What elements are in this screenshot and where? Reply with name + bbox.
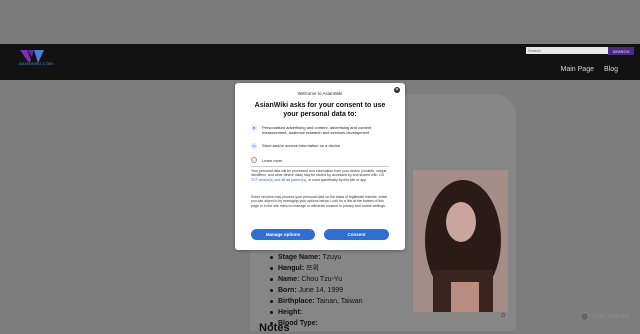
divider [251,166,389,167]
profile-photo [413,170,508,312]
search-input[interactable] [526,47,608,54]
logo-text: ASIANWIKI.COM [19,61,53,66]
field-value: June 14, 1999 [298,287,343,294]
search-button[interactable]: SEARCH [608,47,634,55]
shield-icon [580,312,589,321]
list-item: Born: June 14, 1999 [270,285,363,296]
notes-heading: Notes [259,322,290,334]
asianwiki-logo[interactable] [18,48,46,70]
consent-button[interactable]: Consent [324,229,389,240]
learn-more-toggle[interactable]: ⌄ Learn more [251,157,282,163]
consent-paragraph-2: Some vendors may process your personal d… [251,195,388,208]
purpose-text: Personalised advertising and content, ad… [262,125,372,135]
top-strip [0,0,640,44]
site-header: ASIANWIKI.COM SEARCH Main Page Blog [0,44,640,80]
paragraph-text: Your personal data will be processed and… [251,169,387,178]
nav-main-page[interactable]: Main Page [561,66,594,73]
device-icon: ▭ [251,143,257,149]
field-value: 쯔위 [306,265,319,272]
dialog-welcome: Welcome to AsianWiki [297,91,343,96]
field-label: Birthplace: [278,298,315,305]
field-label: Stage Name: [278,254,321,261]
dialog-title: AsianWiki asks for your consent to use y… [254,102,386,118]
field-label: Name: [278,276,300,283]
consent-paragraph-1: Your personal data will be processed and… [251,169,389,182]
purpose-item: ▭ Store and/or access information on a d… [251,143,392,149]
field-label: Born: [278,287,297,294]
profile-info-list: Stage Name: Tzuyu Hangul: 쯔위 Name: Chou … [270,252,363,329]
field-value: Tzuyu [322,254,342,261]
watermark-text: Scan Malware [592,313,631,320]
list-item: Name: Chou Tzu-Yu [270,274,363,285]
field-label: Hangul: [278,265,305,272]
watermark: Scan Malware [580,312,630,321]
purpose-text: Store and/or access information on a dev… [262,143,341,148]
list-item: Hangul: 쯔위 [270,263,363,274]
paragraph-text: , or used specifically by this site or a… [306,177,368,182]
chevron-down-icon: ⌄ [251,157,257,163]
person-icon: ● [251,125,257,131]
list-item: Birthplace: Tainan, Taiwan [270,296,363,307]
manage-options-button[interactable]: Manage options [251,229,315,240]
field-value: Chou Tzu-Yu [301,276,343,283]
field-value: Tainan, Taiwan [316,298,363,305]
list-item: Height: [270,307,363,318]
image-caption: Zl [501,313,506,319]
list-item: Stage Name: Tzuyu [270,252,363,263]
learn-more-label: Learn more [262,157,283,163]
consent-dialog: ✕ Welcome to AsianWiki AsianWiki asks fo… [235,83,405,250]
nav-blog[interactable]: Blog [604,66,618,73]
main-nav: Main Page Blog [561,66,618,73]
purpose-item: ● Personalised advertising and content, … [251,125,392,135]
field-label: Height: [278,309,303,316]
